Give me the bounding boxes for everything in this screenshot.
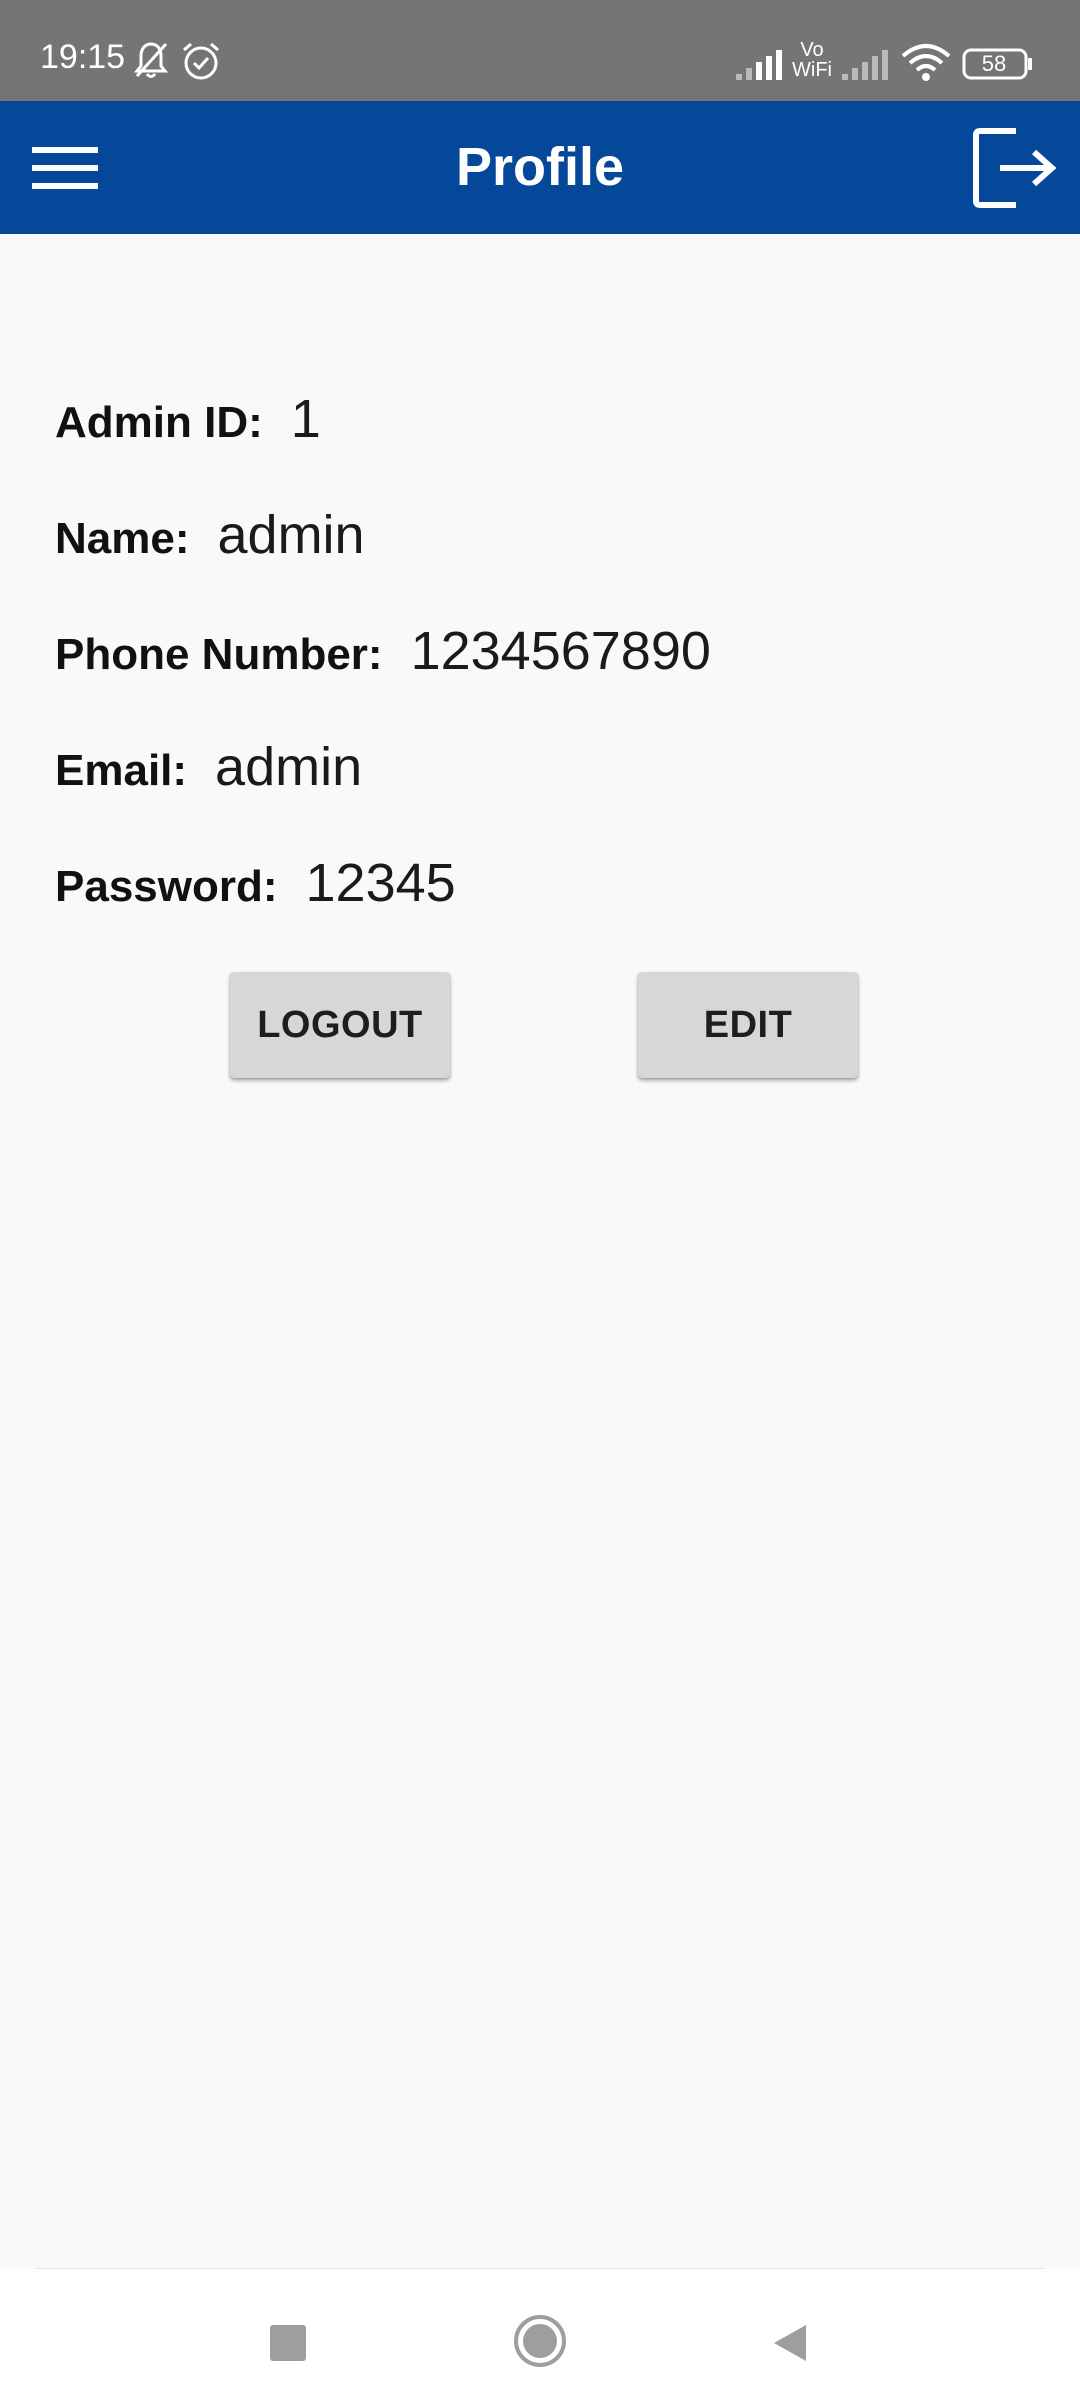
signal-icon [736,50,782,80]
admin-id-value: 1 [290,389,321,449]
admin-id-label: Admin ID: [55,398,263,447]
vowifi-label-top: Vo [800,39,824,61]
password-row: Password: 12345 [55,852,456,913]
home-circle-icon[interactable] [512,2313,568,2369]
phone-label: Phone Number: [55,630,383,679]
mute-bell-icon [133,42,169,78]
logout-icon [973,128,1057,208]
edit-button[interactable]: EDIT [638,972,858,1078]
email-label: Email: [55,746,188,795]
name-label: Name: [55,514,190,563]
email-value: admin [215,737,363,797]
password-value: 12345 [305,853,456,913]
signal-icon [842,50,888,80]
vowifi-icon: Vo WiFi [792,40,832,80]
alarm-icon [183,42,219,80]
phone-value: 1234567890 [410,621,711,681]
name-value: admin [217,505,365,565]
menu-button[interactable] [20,127,112,207]
recents-square-icon[interactable] [264,2319,312,2367]
battery-level: 58 [981,51,1007,76]
password-label: Password: [55,862,278,911]
status-time: 19:15 [40,38,126,76]
logout-button[interactable]: LOGOUT [230,972,450,1078]
status-bar: 19:15 Vo WiFi 58 [0,0,1080,101]
page-title: Profile [455,137,625,197]
email-row: Email: admin [55,736,363,797]
name-row: Name: admin [55,504,365,565]
system-nav-bar [0,2269,1080,2400]
app-bar: Profile [0,101,1080,234]
hamburger-menu-icon [32,147,98,189]
vowifi-label-bottom: WiFi [792,59,832,81]
logout-action-button[interactable] [964,125,1064,211]
back-triangle-icon[interactable] [766,2319,814,2367]
phone-row: Phone Number: 1234567890 [55,620,711,681]
admin-id-row: Admin ID: 1 [55,388,321,449]
wifi-icon [901,44,951,81]
